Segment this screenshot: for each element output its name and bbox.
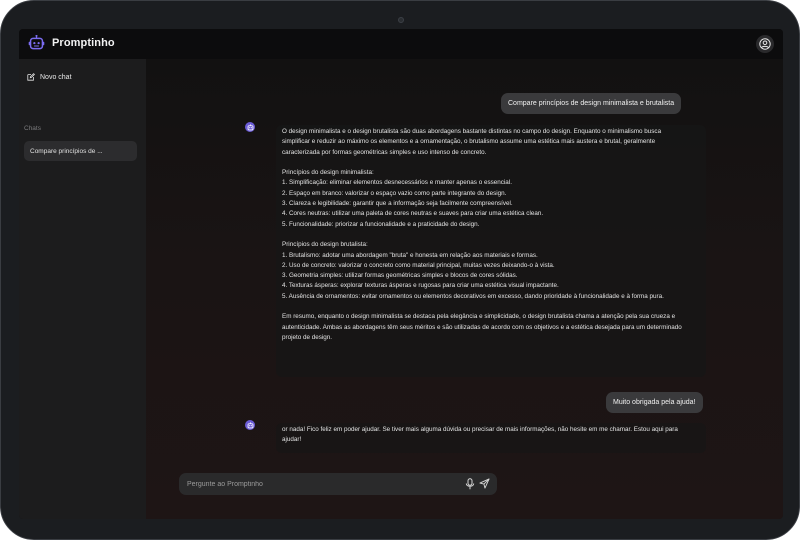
bot-message-line: Em resumo, enquanto o design minimalista… xyxy=(282,313,676,321)
chat-area: Compare princípios de design minimalista… xyxy=(146,59,783,519)
bot-message-line: 3. Clareza e legibilidade: garantir que … xyxy=(282,200,513,208)
send-icon[interactable] xyxy=(479,478,490,489)
bot-message-line: autenticidade. Ambas as abordagens têm s… xyxy=(282,323,682,331)
bot-message-line xyxy=(282,302,700,312)
bot-message-line: 3. Geometria simples: utilizar formas ge… xyxy=(282,272,518,280)
app-header: Promptinho xyxy=(19,29,783,59)
user-message-text: Compare princípios de design minimalista… xyxy=(508,100,675,107)
bot-message-line: 4. Cores neutras: utilizar uma paleta de… xyxy=(282,210,544,218)
bot-avatar xyxy=(245,420,255,430)
app-window: Promptinho Novo chat Chats Compare princ… xyxy=(19,29,783,519)
camera-dot xyxy=(398,17,404,23)
robot-logo-icon xyxy=(28,35,45,50)
chat-item-label: Compare princípios de ... xyxy=(30,147,103,155)
bot-icon xyxy=(247,421,253,428)
bot-message-line: ajudar! xyxy=(282,436,302,444)
sidebar-chat-item[interactable]: Compare princípios de ... xyxy=(24,141,137,161)
bot-message-line: Princípios do design minimalista: xyxy=(282,169,374,177)
user-icon xyxy=(759,38,771,50)
bot-message: O design minimalista e o design brutalis… xyxy=(276,125,706,377)
bot-message-line: 1. Brutalismo: adotar uma abordagem "bru… xyxy=(282,251,538,259)
sidebar: Novo chat Chats Compare princípios de ..… xyxy=(19,59,146,519)
bot-message-line: 1. Simplificação: eliminar elementos des… xyxy=(282,179,512,187)
bot-message-line: 4. Texturas ásperas: explorar texturas á… xyxy=(282,282,559,290)
bot-message-line: Princípios do design brutalista: xyxy=(282,241,368,249)
user-message: Muito obrigada pela ajuda! xyxy=(606,392,703,413)
bot-icon xyxy=(247,123,253,130)
chats-section-label: Chats xyxy=(24,125,41,132)
bot-message-line xyxy=(282,158,700,168)
prompt-input[interactable] xyxy=(187,480,457,488)
prompt-bar xyxy=(179,473,497,495)
bot-message: or nada! Fico feliz em poder ajudar. Se … xyxy=(276,423,706,453)
bot-message-line: simplificar e reduzir ao máximo os eleme… xyxy=(282,138,656,146)
device-bezel: Promptinho Novo chat Chats Compare princ… xyxy=(0,0,800,540)
bot-message-line: 5. Funcionalidade: priorizar a funcional… xyxy=(282,220,480,228)
new-chat-button[interactable]: Novo chat xyxy=(27,69,72,85)
edit-icon xyxy=(27,73,35,81)
microphone-icon[interactable] xyxy=(465,478,475,490)
user-account-button[interactable] xyxy=(756,35,774,53)
bot-message-line: 2. Espaço em branco: valorizar o espaço … xyxy=(282,189,507,197)
bot-message-line: 5. Ausência de ornamentos: evitar orname… xyxy=(282,292,664,300)
bot-message-line: projeto de design. xyxy=(282,333,333,341)
bot-message-line: O design minimalista e o design brutalis… xyxy=(282,128,662,135)
bot-message-line: or nada! Fico feliz em poder ajudar. Se … xyxy=(282,426,678,433)
user-message: Compare princípios de design minimalista… xyxy=(501,93,682,114)
bot-message-line: 2. Uso de concreto: valorizar o concreto… xyxy=(282,261,555,269)
bot-message-line: caracterizada por formas geométricas sim… xyxy=(282,148,487,156)
user-message-text: Muito obrigada pela ajuda! xyxy=(613,399,696,406)
bot-avatar xyxy=(245,122,255,132)
new-chat-label: Novo chat xyxy=(40,73,72,81)
bot-message-line xyxy=(282,230,700,240)
app-title: Promptinho xyxy=(52,37,115,49)
